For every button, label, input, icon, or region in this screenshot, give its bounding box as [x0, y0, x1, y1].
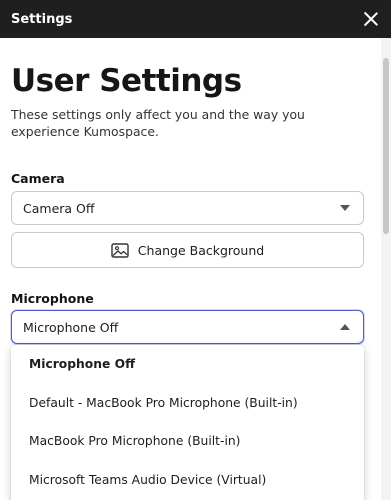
- microphone-option[interactable]: Default - MacBook Pro Microphone (Built-…: [11, 384, 364, 423]
- camera-select[interactable]: Camera Off: [11, 191, 364, 225]
- close-icon[interactable]: [363, 11, 379, 27]
- settings-content: User Settings These settings only affect…: [0, 38, 381, 500]
- change-background-label: Change Background: [137, 242, 265, 258]
- change-background-button[interactable]: Change Background: [11, 232, 364, 268]
- microphone-label: Microphone: [11, 291, 94, 306]
- microphone-option[interactable]: MacBook Pro Microphone (Built-in): [11, 422, 364, 461]
- camera-select-value: Camera Off: [23, 200, 95, 216]
- image-icon: [111, 242, 129, 258]
- camera-label: Camera: [11, 171, 65, 186]
- chevron-up-icon: [340, 324, 350, 330]
- page-title: User Settings: [11, 63, 242, 99]
- window-title: Settings: [11, 11, 73, 27]
- intro-text: These settings only affect you and the w…: [11, 107, 305, 139]
- microphone-option[interactable]: Microsoft Teams Audio Device (Virtual): [11, 461, 364, 500]
- microphone-dropdown: Microphone Off Default - MacBook Pro Mic…: [11, 345, 364, 500]
- microphone-select[interactable]: Microphone Off: [11, 310, 364, 344]
- microphone-option[interactable]: Microphone Off: [11, 345, 364, 384]
- scrollbar-thumb[interactable]: [383, 58, 389, 234]
- titlebar: Settings: [0, 0, 391, 38]
- microphone-select-value: Microphone Off: [23, 319, 119, 335]
- chevron-down-icon: [340, 205, 350, 211]
